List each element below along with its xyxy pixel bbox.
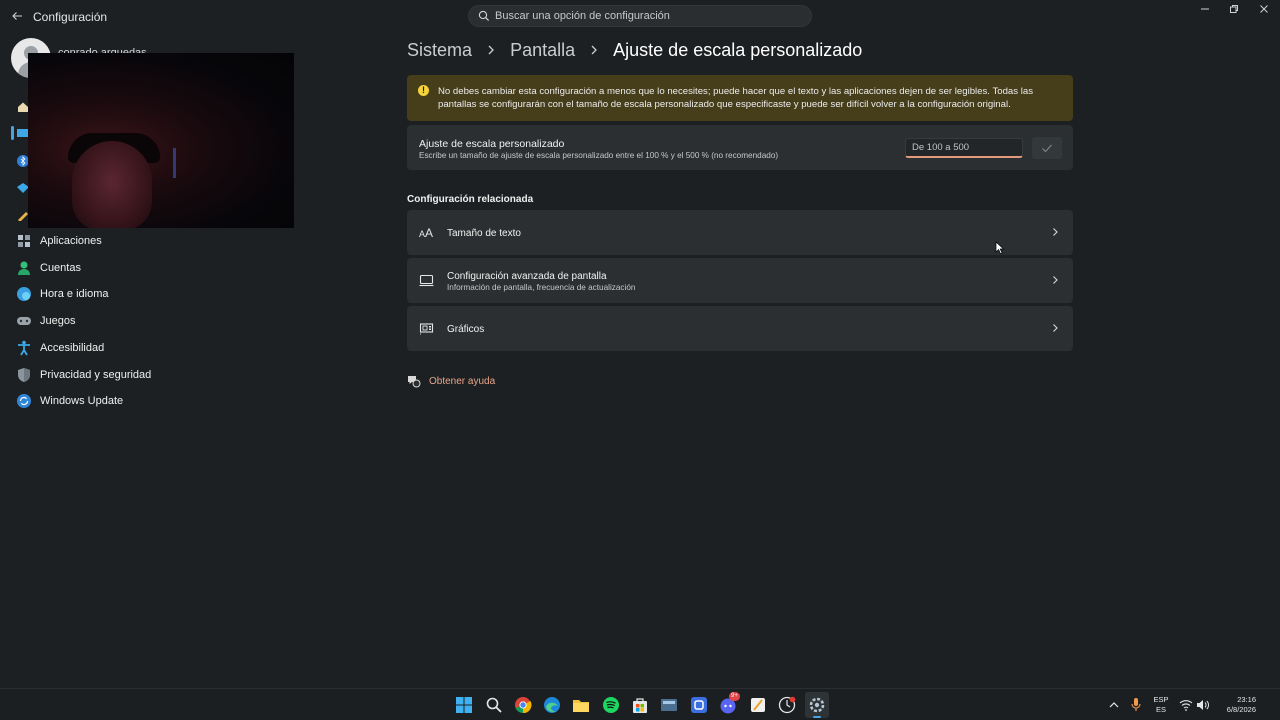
sidebar-item-label: Cuentas	[40, 262, 81, 274]
chevron-up-icon[interactable]	[1107, 698, 1121, 712]
notes-app-icon[interactable]	[749, 696, 767, 714]
mouse-cursor-icon	[995, 241, 1005, 255]
warning-icon: !	[418, 85, 429, 96]
back-button[interactable]	[8, 7, 26, 25]
chevron-right-icon	[1053, 228, 1058, 236]
settings-window-icon[interactable]	[660, 696, 678, 714]
discord-badge: 9+	[729, 692, 740, 701]
sidebar-item-label: Privacidad y seguridad	[40, 369, 152, 381]
app-title: Configuración	[33, 10, 108, 24]
breadcrumb: Sistema Pantalla Ajuste de escala person…	[407, 39, 862, 63]
webcam-background-light	[173, 148, 176, 178]
text-size-title: Tamaño de texto	[447, 228, 521, 239]
search-box[interactable]	[468, 5, 812, 27]
graphics-link[interactable]: Gráficos	[407, 306, 1073, 351]
arrow-left-icon	[12, 12, 22, 20]
clock[interactable]: 23:16 6/8/2026	[1214, 695, 1256, 715]
warning-text: No debes cambiar esta configuración a me…	[438, 86, 1033, 110]
sidebar-item-label: Juegos	[40, 315, 76, 327]
sidebar-item-label: Windows Update	[40, 395, 124, 407]
accessibility-icon	[18, 340, 30, 356]
start-icon[interactable]	[455, 696, 473, 714]
shield-icon	[18, 368, 30, 382]
breadcrumb-display[interactable]: Pantalla	[510, 40, 575, 61]
sidebar-item-accessibility[interactable]: Accesibilidad	[14, 335, 294, 361]
restore-icon	[1230, 5, 1238, 13]
wifi-icon[interactable]	[1179, 698, 1193, 712]
chevron-right-icon	[487, 43, 495, 58]
search-icon	[478, 10, 490, 22]
advanced-display-subtitle: Información de pantalla, frecuencia de a…	[447, 283, 636, 292]
clock-date: 6/8/2026	[1226, 705, 1256, 714]
get-help-label: Obtener ayuda	[429, 376, 496, 387]
minimize-button[interactable]	[1191, 4, 1219, 18]
search-input[interactable]	[495, 8, 795, 24]
clock-time: 23:16	[1237, 695, 1256, 704]
sidebar-item-time-language[interactable]: Hora e idioma	[14, 281, 294, 307]
settings-gear-icon	[809, 697, 825, 713]
gamepad-icon	[17, 317, 31, 325]
language-sub: ES	[1155, 705, 1166, 714]
custom-scale-title: Ajuste de escala personalizado	[419, 138, 565, 150]
update-icon	[17, 394, 31, 408]
accounts-icon	[18, 261, 30, 275]
close-icon	[1260, 5, 1268, 13]
maximize-button[interactable]	[1220, 4, 1248, 18]
nav-selection-indicator	[11, 126, 14, 140]
store-icon[interactable]	[631, 696, 649, 714]
language-code: ESP	[1153, 695, 1169, 704]
text-size-link[interactable]: A A Tamaño de texto	[407, 210, 1073, 255]
sidebar-item-accounts[interactable]: Cuentas	[14, 255, 294, 281]
minimize-icon	[1201, 8, 1209, 10]
taskbar: 9+ ESP ES 23:16 6/8/2026	[0, 688, 1280, 720]
webcam-person-face	[72, 141, 152, 228]
monitor-icon	[419, 274, 434, 287]
active-settings-button[interactable]	[805, 692, 829, 718]
page-title: Ajuste de escala personalizado	[613, 39, 863, 60]
confirm-button[interactable]	[1032, 137, 1062, 159]
spotify-icon[interactable]	[602, 696, 620, 714]
graphics-icon	[419, 323, 434, 335]
chevron-right-icon	[590, 43, 598, 58]
active-app-indicator	[813, 716, 821, 718]
webcam-overlay	[28, 53, 294, 228]
help-chat-icon	[408, 376, 421, 388]
file-explorer-icon[interactable]	[572, 696, 590, 714]
sidebar-item-label: Accesibilidad	[40, 342, 105, 354]
chevron-right-icon	[1053, 276, 1058, 284]
text-size-icon: A A	[419, 226, 433, 240]
microphone-icon[interactable]	[1129, 697, 1143, 713]
sidebar-item-label: Aplicaciones	[40, 235, 102, 247]
sidebar-item-label: Hora e idioma	[40, 288, 109, 300]
sidebar-item-windows-update[interactable]: Windows Update	[14, 388, 294, 414]
title-bar: Configuración	[0, 0, 1280, 32]
sidebar-item-gaming[interactable]: Juegos	[14, 308, 294, 334]
language-indicator[interactable]: ESP ES	[1149, 695, 1173, 715]
chevron-right-icon	[1053, 324, 1058, 332]
discord-button[interactable]: 9+	[719, 692, 740, 714]
breadcrumb-system[interactable]: Sistema	[407, 40, 472, 61]
sidebar-item-privacy[interactable]: Privacidad y seguridad	[14, 362, 294, 388]
graphics-title: Gráficos	[447, 324, 485, 335]
app-blue-icon[interactable]	[690, 696, 708, 714]
checkmark-icon	[1042, 144, 1052, 153]
related-settings-title: Configuración relacionada	[407, 194, 534, 205]
recording-app-icon[interactable]	[778, 696, 796, 714]
warning-banner: ! No debes cambiar esta configuración a …	[407, 75, 1073, 121]
time-language-icon	[17, 287, 31, 301]
custom-scale-card: Ajuste de escala personalizado Escribe u…	[407, 125, 1073, 170]
volume-icon[interactable]	[1196, 698, 1210, 712]
sidebar-item-apps[interactable]: Aplicaciones	[14, 228, 294, 254]
advanced-display-link[interactable]: Configuración avanzada de pantalla Infor…	[407, 258, 1073, 303]
advanced-display-title: Configuración avanzada de pantalla	[447, 271, 607, 282]
custom-scale-subtitle: Escribe un tamaño de ajuste de escala pe…	[419, 151, 779, 160]
chrome-icon[interactable]	[514, 696, 532, 714]
svg-text:A: A	[425, 226, 433, 240]
custom-scale-input[interactable]	[905, 138, 1023, 158]
apps-icon	[18, 235, 30, 247]
close-button[interactable]	[1250, 4, 1278, 18]
taskbar-search-icon[interactable]	[485, 696, 503, 714]
edge-icon[interactable]	[543, 696, 561, 714]
